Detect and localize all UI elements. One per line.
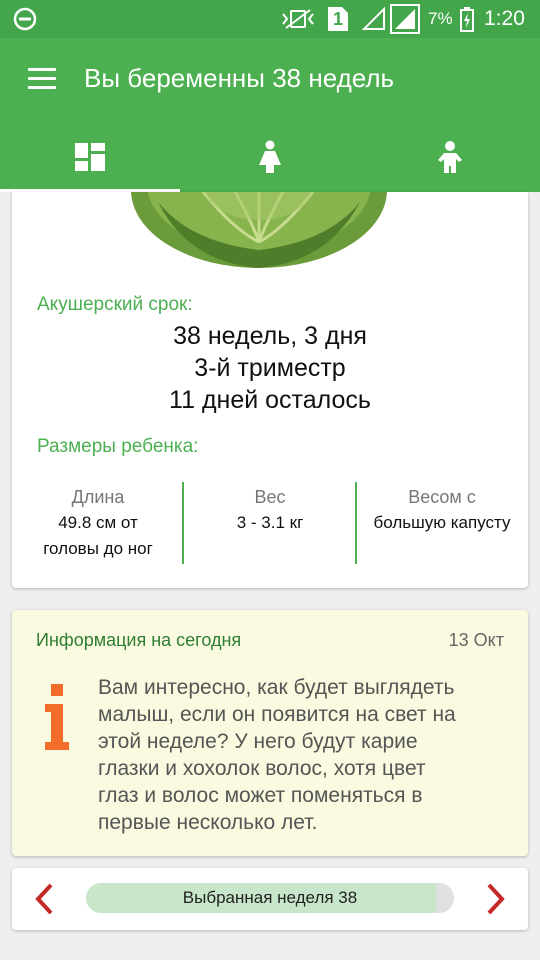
tab-child[interactable]	[360, 122, 540, 192]
term-trimester: 3-й триместр	[194, 354, 346, 382]
info-text-line: этой неделе? У него будут карие	[98, 730, 418, 753]
size-length-line2: головы до ног	[43, 539, 153, 558]
dashboard-icon	[75, 143, 105, 171]
week-summary-card: Акушерский срок: 38 недель, 3 дня 3-й тр…	[12, 192, 528, 588]
info-text-line: глаз и волос может поменяться в	[98, 784, 423, 807]
info-date: 13 Окт	[448, 630, 504, 650]
size-comparison-value: большую капусту	[373, 513, 511, 532]
term-days-left: 11 дней осталось	[169, 386, 371, 414]
selected-week-label: Выбранная неделя 38	[182, 888, 358, 907]
size-length-header: Длина	[71, 487, 125, 507]
size-weight: Вес 3 - 3.1 кг	[184, 484, 356, 564]
page-title: Вы беременны 38 недель	[84, 63, 395, 93]
sim-icon: 1	[328, 0, 348, 38]
week-navigator: Выбранная неделя 38	[12, 868, 528, 930]
size-comparison: Весом с большую капусту	[356, 484, 528, 564]
next-week-button[interactable]	[478, 880, 514, 918]
info-text-line: глазки и хохолок волос, хотя цвет	[98, 757, 426, 780]
signal-icon	[362, 0, 386, 38]
info-text-line: первые несколько лет.	[98, 811, 318, 834]
tab-dashboard[interactable]	[0, 122, 180, 192]
hamburger-icon[interactable]	[28, 68, 56, 90]
week-progress-bar[interactable]: Выбранная неделя 38	[86, 883, 454, 913]
prev-week-button[interactable]	[26, 880, 62, 918]
tab-mother[interactable]	[180, 122, 360, 192]
size-comparison-header: Весом с	[408, 487, 476, 507]
size-length: Длина 49.8 см от головы до ног	[12, 484, 184, 564]
mute-vibrate-icon	[280, 0, 316, 38]
info-text: Вам интересно, как будет выглядеть малыш…	[98, 674, 514, 836]
child-icon	[438, 141, 462, 173]
term-weeks-days: 38 недель, 3 дня	[173, 322, 367, 350]
minus-circle-icon	[12, 0, 38, 38]
status-bar: 1 7% 1:20	[0, 0, 540, 38]
size-weight-header: Вес	[254, 487, 286, 507]
clock: 1:20	[484, 7, 525, 30]
battery-percent: 7%	[428, 9, 453, 28]
daily-info-card: Информация на сегодня 13 Окт Вам интерес…	[12, 610, 528, 856]
chevron-right-icon	[487, 883, 505, 915]
term-label: Акушерский срок:	[37, 294, 193, 315]
size-weight-value: 3 - 3.1 кг	[236, 513, 304, 532]
woman-icon	[259, 140, 281, 173]
info-text-line: малыш, если он появится на свет на	[98, 703, 456, 726]
info-text-line: Вам интересно, как будет выглядеть	[98, 676, 455, 699]
baby-size-label: Размеры ребенка:	[37, 436, 199, 457]
signal-icon	[390, 0, 420, 38]
tab-bar	[0, 122, 540, 192]
info-title: Информация на сегодня	[36, 630, 242, 650]
size-length-line1: 49.8 см от	[58, 513, 138, 532]
battery-charging-icon	[460, 0, 474, 38]
sim-label: 1	[328, 7, 348, 31]
app-bar: Вы беременны 38 недель	[0, 38, 540, 122]
chevron-left-icon	[35, 883, 53, 915]
info-icon	[45, 684, 69, 750]
cabbage-image	[131, 192, 387, 268]
